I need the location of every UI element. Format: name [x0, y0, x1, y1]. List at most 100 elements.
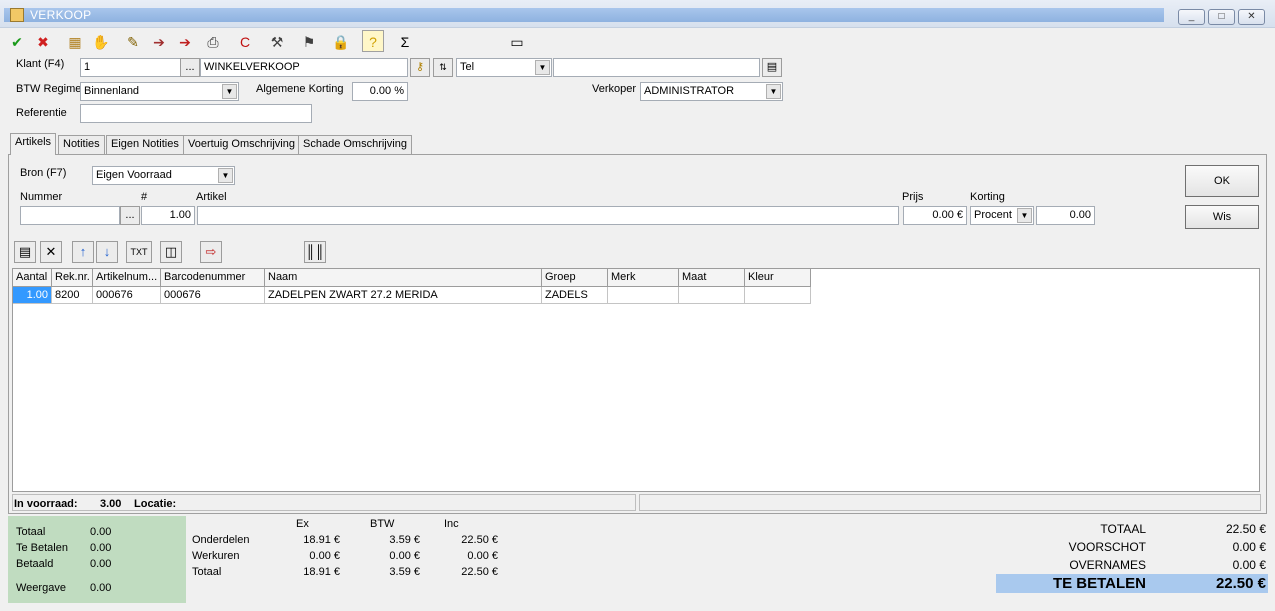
new-row-icon[interactable]: ▤: [14, 241, 36, 263]
payment-label-te-betalen: Te Betalen: [16, 542, 68, 554]
korting-field[interactable]: 0.00 %: [352, 82, 408, 101]
wis-button[interactable]: Wis: [1185, 205, 1259, 229]
export-icon[interactable]: ➔: [148, 30, 170, 52]
stamp-icon[interactable]: ⚑: [298, 30, 320, 52]
maximize-button[interactable]: □: [1208, 9, 1235, 25]
verkoper-select[interactable]: ADMINISTRATOR ▼: [640, 82, 783, 101]
table-cell[interactable]: ZADELS: [542, 287, 608, 304]
window-title: VERKOOP: [30, 8, 92, 22]
column-header[interactable]: Rek.nr.: [52, 269, 93, 287]
chevron-down-icon[interactable]: ▼: [218, 168, 233, 183]
payment-label-weergave: Weergave: [16, 582, 66, 594]
status-bar: In voorraad: 3.00 Locatie:: [12, 494, 1262, 512]
txt-icon[interactable]: TXT: [126, 241, 152, 263]
ok-button[interactable]: OK: [1185, 165, 1259, 197]
overnames-label: OVERNAMES: [1069, 558, 1146, 572]
tab-schade-omschrijving[interactable]: Schade Omschrijving: [298, 135, 412, 154]
payment-value-te-betalen: 0.00: [90, 542, 112, 554]
korting-type-select[interactable]: Procent ▼: [970, 206, 1034, 225]
breakdown-header-inc: Inc: [444, 518, 459, 530]
export-red-icon[interactable]: ⇨: [200, 241, 222, 263]
contact-value-field[interactable]: [553, 58, 760, 77]
print-icon[interactable]: ⎙: [202, 30, 224, 52]
table-cell[interactable]: ZADELPEN ZWART 27.2 MERIDA: [265, 287, 542, 304]
cancel-x-icon[interactable]: ✖: [32, 30, 54, 52]
status-pane-1: [12, 494, 636, 511]
key-icon[interactable]: ⚷: [410, 58, 430, 77]
nummer-field[interactable]: [20, 206, 120, 225]
import-icon[interactable]: ➔: [174, 30, 196, 52]
table-cell[interactable]: 1.00: [13, 287, 52, 304]
help-icon[interactable]: ?: [362, 30, 384, 52]
nummer-lookup-button[interactable]: ...: [120, 206, 140, 225]
keyboard-icon[interactable]: ▭: [506, 30, 528, 52]
column-header[interactable]: Barcodenummer: [161, 269, 265, 287]
column-header[interactable]: Maat: [679, 269, 745, 287]
column-header[interactable]: Aantal: [13, 269, 52, 287]
breakdown-row-label: Totaal: [192, 566, 222, 578]
table-cell[interactable]: [608, 287, 679, 304]
klant-number-value: 1: [84, 61, 91, 73]
artikel-field[interactable]: [197, 206, 899, 225]
referentie-field[interactable]: [80, 104, 312, 123]
column-header[interactable]: Groep: [542, 269, 608, 287]
tab-artikels[interactable]: Artikels: [10, 133, 57, 155]
picture-icon[interactable]: ▦: [64, 30, 86, 52]
move-up-icon[interactable]: ↑: [72, 241, 94, 263]
ok-check-icon[interactable]: ✔: [6, 30, 28, 52]
refresh-icon[interactable]: C: [234, 30, 256, 52]
chevron-down-icon[interactable]: ▼: [535, 60, 550, 75]
column-header[interactable]: Merk: [608, 269, 679, 287]
title-bar: VERKOOP _ □ ✕: [0, 0, 1275, 28]
barcode-icon[interactable]: ║║: [304, 241, 326, 263]
tab-eigen-notities[interactable]: Eigen Notities: [106, 135, 184, 154]
table-cell[interactable]: [679, 287, 745, 304]
klant-name-field[interactable]: WINKELVERKOOP: [200, 58, 408, 77]
delete-row-icon[interactable]: ✕: [40, 241, 62, 263]
table-cell[interactable]: 8200: [52, 287, 93, 304]
totals-panel: TOTAAL 22.50 € VOORSCHOT 0.00 € OVERNAME…: [996, 516, 1268, 606]
sync-icon[interactable]: ⇅: [433, 58, 453, 77]
document-icon[interactable]: ▤: [762, 58, 782, 77]
minimize-button[interactable]: _: [1178, 9, 1205, 25]
klant-lookup-button[interactable]: ...: [180, 58, 200, 77]
chevron-down-icon[interactable]: ▼: [222, 84, 237, 99]
tool-icon[interactable]: ⚒: [266, 30, 288, 52]
korting-value-field[interactable]: 0.00: [1036, 206, 1095, 225]
breakdown-row-btw: 3.59 €: [389, 534, 420, 546]
move-down-icon[interactable]: ↓: [96, 241, 118, 263]
table-cell[interactable]: 000676: [161, 287, 265, 304]
chevron-down-icon[interactable]: ▼: [766, 84, 781, 99]
columns-icon[interactable]: ◫: [160, 241, 182, 263]
contact-type-select[interactable]: Tel ▼: [456, 58, 552, 77]
contact-type-value: Tel: [460, 61, 475, 73]
table-cell[interactable]: 000676: [93, 287, 161, 304]
breakdown-row-inc: 0.00 €: [467, 550, 498, 562]
column-header[interactable]: Naam: [265, 269, 542, 287]
tab-notities[interactable]: Notities: [58, 135, 105, 154]
totaal-label: TOTAAL: [1100, 522, 1146, 536]
articles-grid[interactable]: Aantal Rek.nr. Artikelnum... Barcodenummer N…: [12, 268, 1260, 492]
edit-icon[interactable]: ✎: [122, 30, 144, 52]
voorschot-value: 0.00 €: [1232, 540, 1266, 554]
referentie-label: Referentie: [16, 107, 67, 119]
column-header[interactable]: Kleur: [745, 269, 811, 287]
quantity-field[interactable]: 1.00: [141, 206, 195, 225]
prijs-field[interactable]: 0.00 €: [903, 206, 967, 225]
lock-icon[interactable]: 🔒: [330, 30, 352, 52]
close-button[interactable]: ✕: [1238, 9, 1265, 25]
korting-label-2: Korting: [970, 191, 1005, 203]
bron-select[interactable]: Eigen Voorraad ▼: [92, 166, 235, 185]
bron-label: Bron (F7): [20, 167, 67, 179]
btw-select[interactable]: Binnenland ▼: [80, 82, 239, 101]
table-cell[interactable]: [745, 287, 811, 304]
hand-icon[interactable]: ✋: [90, 30, 112, 52]
tab-voertuig-omschrijving[interactable]: Voertuig Omschrijving: [183, 135, 300, 154]
btw-value: Binnenland: [84, 85, 140, 97]
chevron-down-icon[interactable]: ▼: [1017, 208, 1032, 223]
breakdown-row-inc: 22.50 €: [461, 566, 498, 578]
breakdown-header-btw: BTW: [370, 518, 395, 530]
column-header[interactable]: Artikelnum...: [93, 269, 161, 287]
sum-icon[interactable]: Σ: [394, 30, 416, 52]
breakdown-row-label: Onderdelen: [192, 534, 250, 546]
